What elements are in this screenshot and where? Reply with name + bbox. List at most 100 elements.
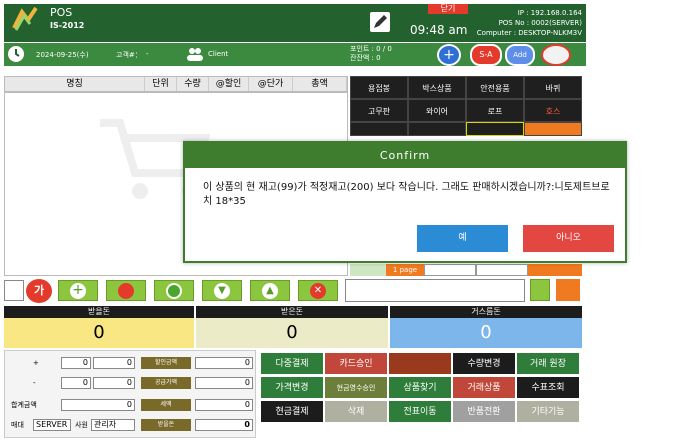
col-total: 총액 xyxy=(293,77,347,91)
change-label: 거스름돈 xyxy=(390,306,582,318)
points-text: 포인트 : 0 / 0 xyxy=(350,45,392,53)
receive-small-label: 받을돈 xyxy=(141,419,191,431)
delete-button[interactable]: 삭제 xyxy=(324,400,388,423)
staff-field[interactable]: 관리자 xyxy=(91,419,135,431)
system-info: IP : 192.168.0.164 POS No : 0002(SERVER)… xyxy=(472,8,582,38)
cancel-button[interactable]: ✕ xyxy=(298,280,338,301)
price-change-button[interactable]: 가격변경 xyxy=(260,376,324,399)
category-button[interactable]: 박스상품 xyxy=(408,76,466,99)
category-button[interactable] xyxy=(350,122,408,136)
col-qty: 수량 xyxy=(177,77,209,91)
category-button[interactable] xyxy=(524,122,582,136)
printer-icon[interactable] xyxy=(541,44,571,66)
change-value: 0 xyxy=(390,318,582,348)
category-button[interactable]: 호스 xyxy=(524,99,582,122)
plus-label: + xyxy=(33,359,39,367)
category-button[interactable] xyxy=(466,122,524,136)
store-field[interactable]: SERVER xyxy=(33,419,71,431)
received-label: 받은돈 xyxy=(196,306,388,318)
sa-button[interactable]: S-A xyxy=(470,44,502,66)
app-sub: IS-2012 xyxy=(50,21,85,30)
no-button[interactable]: 아니오 xyxy=(523,225,614,252)
register-icon[interactable] xyxy=(556,279,580,301)
minus-icon xyxy=(118,283,134,299)
arrow-up-icon: ▲ xyxy=(262,283,278,299)
page-next[interactable] xyxy=(528,264,582,276)
left-tool-box[interactable] xyxy=(4,280,24,301)
customer-value: - xyxy=(146,50,149,58)
clock-icon xyxy=(8,46,24,62)
page-bar: 1 page xyxy=(350,264,582,276)
supply-label: 공급가액 xyxy=(141,377,191,389)
refresh-icon xyxy=(166,283,182,299)
slip-move-button[interactable]: 전표이동 xyxy=(388,400,452,423)
cash-pay-button[interactable]: 현금결제 xyxy=(260,400,324,423)
ledger-button[interactable]: 거래 원장 xyxy=(516,352,580,375)
category-button[interactable]: 로프 xyxy=(466,99,524,122)
page-indicator: 1 page xyxy=(386,264,424,276)
close-button[interactable]: 닫기 xyxy=(428,4,468,14)
add-item-button[interactable]: + xyxy=(58,280,98,301)
cash-receipt-button[interactable]: 현금영수승인 xyxy=(324,376,388,399)
yes-button[interactable]: 예 xyxy=(417,225,508,252)
clock-time: 09:48 am xyxy=(410,23,468,37)
plus-field-1[interactable]: 0 xyxy=(61,357,91,369)
trade-product-button[interactable]: 거래상품 xyxy=(452,376,516,399)
client-label: Client xyxy=(208,50,229,58)
tax-field[interactable]: 0 xyxy=(195,399,253,411)
total-field[interactable]: 0 xyxy=(61,399,135,411)
category-button[interactable]: 안전용품 xyxy=(466,76,524,99)
customer-label: 고객#： xyxy=(116,51,142,59)
multi-pay-button[interactable]: 다중결제 xyxy=(260,352,324,375)
remove-item-button[interactable] xyxy=(106,280,146,301)
return-switch-button[interactable]: 반품전환 xyxy=(452,400,516,423)
supply-field[interactable]: 0 xyxy=(195,377,253,389)
barcode-input[interactable] xyxy=(345,279,525,302)
add-button[interactable]: Add xyxy=(505,44,535,66)
staff-label: 사원 xyxy=(75,421,88,429)
minus-field-2[interactable]: 0 xyxy=(93,377,135,389)
plus-circle-button[interactable]: + xyxy=(437,44,461,66)
plus-icon: + xyxy=(443,47,455,63)
discount-field[interactable]: 0 xyxy=(195,357,253,369)
category-button[interactable]: 용접봉 xyxy=(350,76,408,99)
check-inquiry-button[interactable]: 수표조회 xyxy=(516,376,580,399)
minus-field-1[interactable]: 0 xyxy=(61,377,91,389)
balance-text: 잔잔액 : 0 xyxy=(350,54,381,62)
logo-icon xyxy=(12,6,38,31)
pencil-icon[interactable] xyxy=(370,12,390,32)
col-unit: 단위 xyxy=(145,77,177,91)
receive-value: 0 xyxy=(4,318,194,348)
card-approve-button[interactable]: 카드승인 xyxy=(324,352,388,375)
ip-text: IP : 192.168.0.164 xyxy=(517,9,582,17)
discount-label: 할인금액 xyxy=(141,357,191,369)
tax-label: 세액 xyxy=(141,399,191,411)
qty-change-button[interactable]: 수량변경 xyxy=(452,352,516,375)
category-button[interactable] xyxy=(408,122,466,136)
category-button[interactable]: 와이어 xyxy=(408,99,466,122)
entry-panel: + 0 0 - 0 0 합계금액 0 매대 SERVER 사원 관리자 할인금액… xyxy=(4,350,256,438)
page-prev[interactable] xyxy=(350,264,386,276)
calculator-icon[interactable] xyxy=(530,279,550,301)
receive-label: 받을돈 xyxy=(4,306,194,318)
dialog-message: 이 상품의 현 재고(99)가 적정재고(200) 보다 작습니다. 그래도 판… xyxy=(203,182,610,207)
store-label: 매대 xyxy=(11,421,24,429)
category-button[interactable]: 고무판 xyxy=(350,99,408,122)
close-icon: ✕ xyxy=(310,283,326,299)
up-button[interactable]: ▲ xyxy=(250,280,290,301)
col-name: 명칭 xyxy=(5,77,145,91)
other-functions-button[interactable]: 기타기능 xyxy=(516,400,580,423)
category-button[interactable]: 바퀴 xyxy=(524,76,582,99)
app-title: POS IS-2012 xyxy=(50,6,84,32)
ga-badge[interactable]: 가 xyxy=(26,279,52,303)
refresh-button[interactable] xyxy=(154,280,194,301)
receive-small-field[interactable]: 0 xyxy=(195,419,253,431)
arrow-down-icon: ▼ xyxy=(214,283,230,299)
confirm-dialog: Confirm 이 상품의 현 재고(99)가 적정재고(200) 보다 작습니… xyxy=(183,141,627,263)
find-product-button[interactable]: 상품찾기 xyxy=(388,376,452,399)
plus-field-2[interactable]: 0 xyxy=(93,357,135,369)
computer-text: Computer : DESKTOP-NLKM3V xyxy=(476,29,582,37)
blank-action-button[interactable] xyxy=(388,352,452,375)
page-box xyxy=(424,264,476,276)
down-button[interactable]: ▼ xyxy=(202,280,242,301)
